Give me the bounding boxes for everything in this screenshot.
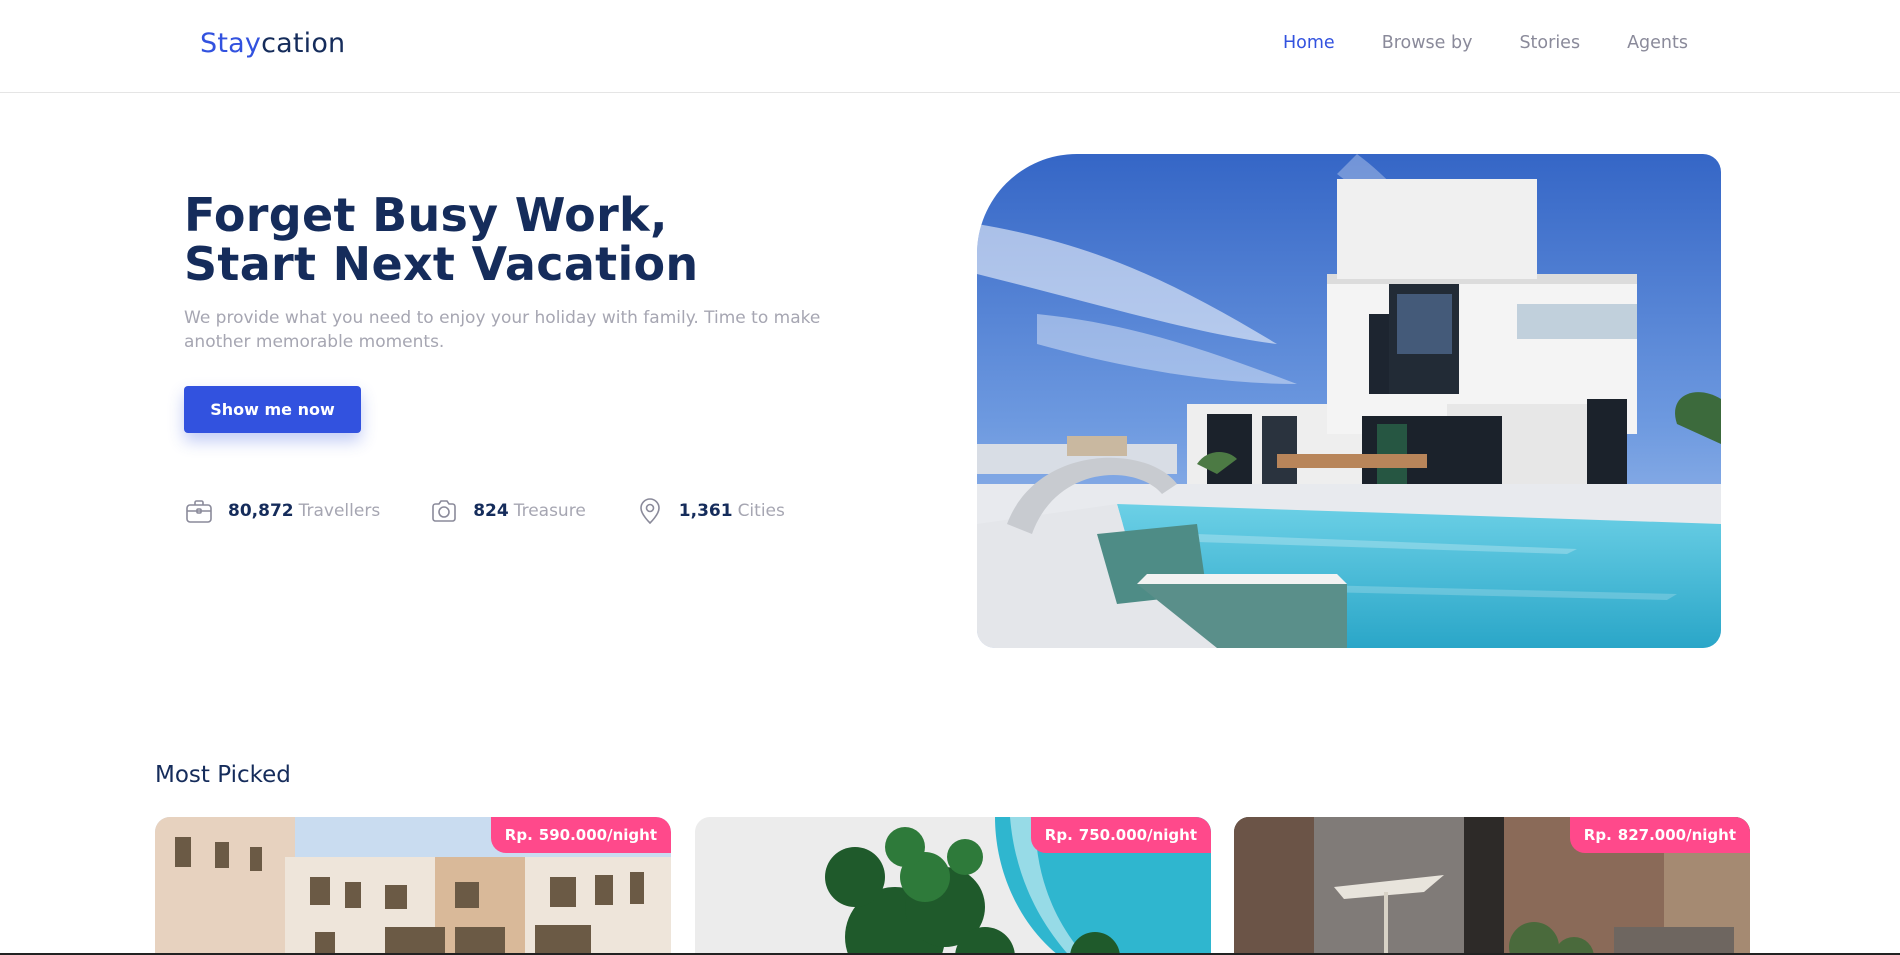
map-pin-icon	[635, 496, 665, 526]
price-value-2: 750.000/night	[1078, 826, 1197, 844]
site-header: Staycation Home Browse by Stories Agents	[0, 0, 1900, 93]
nav-stories[interactable]: Stories	[1519, 33, 1580, 53]
stat-cities: 1,361 Cities	[635, 496, 785, 526]
price-currency-1: Rp.	[504, 826, 533, 844]
most-picked-card-3[interactable]: Rp. 827.000/night	[1234, 817, 1750, 955]
most-picked-card-1[interactable]: Rp. 590.000/night	[155, 817, 671, 955]
most-picked-title: Most Picked	[155, 762, 291, 788]
price-badge-1: Rp. 590.000/night	[490, 817, 671, 853]
nav-browse-by[interactable]: Browse by	[1382, 33, 1473, 53]
suitcase-icon	[184, 496, 214, 526]
hero-title-line-1: Forget Busy Work,	[184, 188, 668, 242]
show-me-now-button[interactable]: Show me now	[184, 386, 361, 433]
logo[interactable]: Staycation	[200, 28, 345, 59]
logo-part-cation: cation	[261, 28, 346, 59]
hero-image	[977, 154, 1721, 648]
most-picked-card-2[interactable]: Rp. 750.000/night	[695, 817, 1211, 955]
stat-treasure: 824 Treasure	[429, 496, 586, 526]
stat-travellers-value: 80,872	[228, 501, 294, 521]
logo-part-stay: Stay	[200, 28, 262, 59]
stat-travellers-label: Travellers	[298, 501, 381, 521]
stat-treasure-label: Treasure	[513, 501, 586, 521]
price-currency-3: Rp.	[1583, 826, 1612, 844]
hero-title-line-2: Start Next Vacation	[184, 237, 699, 291]
stat-travellers: 80,872 Travellers	[184, 496, 380, 526]
hero-stats: 80,872 Travellers 824 Treasure 1,361 Cit…	[184, 496, 834, 526]
price-value-3: 827.000/night	[1617, 826, 1736, 844]
nav-agents[interactable]: Agents	[1627, 33, 1688, 53]
stat-cities-value: 1,361	[678, 501, 733, 521]
price-badge-2: Rp. 750.000/night	[1030, 817, 1211, 853]
hero-subtitle: We provide what you need to enjoy your h…	[184, 308, 821, 352]
price-badge-3: Rp. 827.000/night	[1569, 817, 1750, 853]
price-value-1: 590.000/night	[538, 826, 657, 844]
nav-home[interactable]: Home	[1283, 33, 1335, 53]
price-currency-2: Rp.	[1044, 826, 1073, 844]
camera-icon	[429, 496, 459, 526]
hero-title: Forget Busy Work, Start Next Vacation	[184, 191, 698, 289]
stat-cities-label: Cities	[737, 501, 785, 521]
stat-treasure-value: 824	[473, 501, 509, 521]
main-nav: Home Browse by Stories Agents	[1283, 33, 1688, 53]
